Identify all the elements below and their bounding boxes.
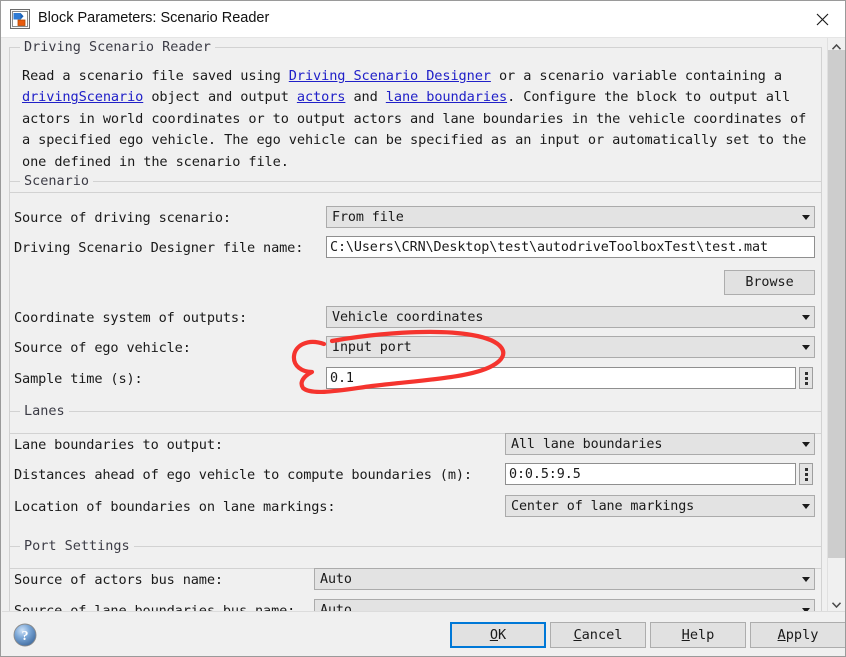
input-distances-ahead-value: 0:0.5:9.5: [509, 466, 581, 482]
block-parameters-dialog: Block Parameters: Scenario Reader Drivin…: [0, 0, 846, 657]
combo-coordinate-system-value: Vehicle coordinates: [332, 309, 484, 325]
dot: [804, 467, 808, 471]
apply-button[interactable]: Apply: [750, 622, 845, 648]
label-lane-boundaries-to-output: Lane boundaries to output:: [14, 437, 223, 453]
combo-source-of-actors-bus-name-value: Auto: [320, 571, 352, 587]
combo-source-of-actors-bus-name[interactable]: Auto: [314, 568, 815, 590]
window-title: Block Parameters: Scenario Reader: [38, 10, 270, 26]
combo-lane-boundaries-to-output-value: All lane boundaries: [511, 436, 663, 452]
dialog-content: Driving Scenario Reader Read a scenario …: [2, 38, 829, 613]
apply-label-rest: pply: [785, 627, 819, 643]
sample-time-options-button[interactable]: [799, 367, 813, 389]
ok-button[interactable]: OK: [450, 622, 546, 648]
ok-label-rest: K: [498, 627, 507, 643]
label-location-of-boundaries: Location of boundaries on lane markings:: [14, 499, 336, 515]
desc-seg-4: and: [345, 89, 386, 106]
cancel-label-rest: ancel: [581, 627, 623, 643]
cancel-button[interactable]: Cancel: [550, 622, 646, 648]
combo-lane-boundaries-to-output[interactable]: All lane boundaries: [505, 433, 815, 455]
link-actors[interactable]: actors: [297, 89, 346, 105]
browse-button[interactable]: Browse: [724, 270, 815, 295]
chevron-down-icon: [797, 576, 814, 582]
vertical-scrollbar[interactable]: [827, 38, 845, 613]
description-text: Read a scenario file saved using Driving…: [22, 66, 817, 173]
dot: [804, 381, 808, 385]
help-button[interactable]: Help: [650, 622, 746, 648]
help-label-rest: elp: [689, 627, 715, 643]
combo-source-of-driving-scenario-value: From file: [332, 209, 404, 225]
close-icon[interactable]: [799, 1, 845, 37]
label-distances-ahead: Distances ahead of ego vehicle to comput…: [14, 467, 472, 483]
combo-source-of-ego-vehicle-value: Input port: [332, 339, 412, 355]
combo-location-of-boundaries[interactable]: Center of lane markings: [505, 495, 815, 517]
link-driving-scenario-designer[interactable]: Driving Scenario Designer: [289, 68, 491, 84]
label-file-name: Driving Scenario Designer file name:: [14, 240, 304, 256]
dot: [804, 477, 808, 481]
apply-mnemonic: A: [777, 627, 786, 643]
label-coordinate-system: Coordinate system of outputs:: [14, 310, 247, 326]
title-bar: Block Parameters: Scenario Reader: [1, 1, 845, 38]
ok-mnemonic: O: [489, 627, 498, 643]
label-sample-time: Sample time (s):: [14, 371, 143, 387]
scrollbar-track[interactable]: [828, 558, 845, 596]
combo-source-of-ego-vehicle[interactable]: Input port: [326, 336, 815, 358]
chevron-down-icon: [797, 314, 814, 320]
combo-source-of-driving-scenario[interactable]: From file: [326, 206, 815, 228]
chevron-down-icon: [797, 503, 814, 509]
group-label-scenario: Scenario: [20, 173, 94, 189]
simulink-block-icon: [10, 9, 30, 29]
combo-coordinate-system[interactable]: Vehicle coordinates: [326, 306, 815, 328]
input-sample-time[interactable]: 0.1: [326, 367, 796, 389]
combo-location-of-boundaries-value: Center of lane markings: [511, 498, 695, 514]
link-drivingscenario[interactable]: drivingScenario: [22, 89, 143, 105]
desc-seg-2: or a scenario variable containing a: [490, 68, 782, 84]
label-source-of-driving-scenario: Source of driving scenario:: [14, 210, 231, 226]
input-sample-time-value: 0.1: [330, 370, 354, 386]
group-label-lanes: Lanes: [20, 403, 69, 419]
label-source-of-ego-vehicle: Source of ego vehicle:: [14, 340, 191, 356]
group-driving-scenario-reader: Driving Scenario Reader Read a scenario …: [9, 39, 822, 193]
chevron-down-icon: [797, 214, 814, 220]
dialog-button-bar: ? OK Cancel Help Apply: [2, 611, 845, 655]
chevron-down-icon: [797, 344, 814, 350]
input-file-name-value: C:\Users\CRN\Desktop\test\autodriveToolb…: [330, 239, 768, 255]
dot: [804, 371, 808, 375]
group-label-port-settings: Port Settings: [20, 538, 134, 554]
group-label-driving-scenario-reader: Driving Scenario Reader: [20, 39, 215, 55]
input-file-name[interactable]: C:\Users\CRN\Desktop\test\autodriveToolb…: [326, 236, 815, 258]
scrollbar-thumb[interactable]: [828, 50, 845, 558]
dot: [804, 472, 808, 476]
chevron-down-icon: [797, 441, 814, 447]
help-mnemonic: H: [681, 627, 690, 643]
cancel-mnemonic: C: [573, 627, 582, 643]
desc-seg-1: Read a scenario file saved using: [22, 68, 289, 84]
svg-text:?: ?: [22, 629, 29, 644]
input-distances-ahead[interactable]: 0:0.5:9.5: [505, 463, 796, 485]
link-lane-boundaries[interactable]: lane boundaries: [386, 89, 507, 105]
distances-options-button[interactable]: [799, 463, 813, 485]
label-source-of-actors-bus-name: Source of actors bus name:: [14, 572, 223, 588]
dot: [804, 376, 808, 380]
question-mark-help-icon[interactable]: ?: [13, 623, 37, 647]
desc-seg-3: object and output: [143, 89, 297, 106]
